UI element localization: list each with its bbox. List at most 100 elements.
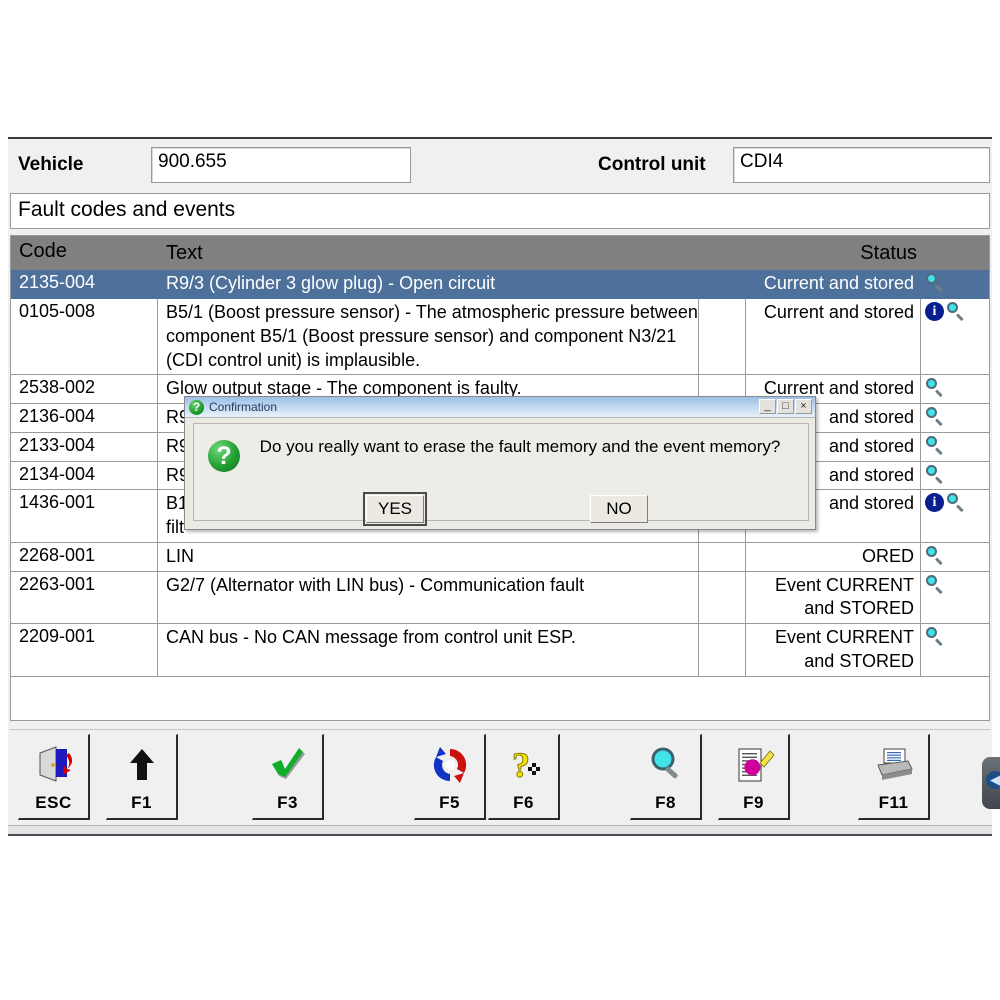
cell-spacer (699, 270, 746, 299)
green-check-icon (266, 743, 310, 790)
cell-status: Event CURRENT and STORED (746, 624, 921, 676)
no-button[interactable]: NO (590, 495, 648, 523)
cell-code: 2209-001 (11, 624, 158, 676)
control-unit-label: Control unit (598, 154, 706, 175)
toolbar-button-esc[interactable]: ESC (18, 734, 90, 820)
vehicle-field[interactable]: 900.655 (151, 147, 411, 183)
cell-text: CAN bus - No CAN message from control un… (158, 624, 699, 676)
green-question-icon: ? (208, 440, 240, 472)
toolbar-button-label: F8 (655, 793, 676, 812)
info-icon[interactable]: i (925, 302, 944, 322)
column-header-spacer (699, 236, 746, 270)
table-row[interactable]: 0105-008 B5/1 (Boost pressure sensor) - T… (11, 299, 989, 376)
cell-spacer (699, 624, 746, 676)
cell-code: 2538-002 (11, 375, 158, 404)
cell-text: LIN (158, 542, 699, 571)
magnifier-icon[interactable] (925, 435, 945, 456)
toolbar-button-f3[interactable]: F3 (252, 734, 324, 820)
table-row[interactable]: 2268-001 LIN ORED (11, 542, 989, 572)
green-question-icon: ? (189, 399, 204, 415)
back-arrow-glyph: ◀ (986, 771, 1000, 789)
magnifier-icon[interactable] (925, 627, 945, 647)
cell-icons (921, 462, 987, 490)
cell-code: 0105-008 (11, 299, 158, 375)
table-header-row: Code Text Status (11, 236, 989, 271)
magnifier-icon[interactable] (946, 493, 966, 513)
maximize-icon[interactable]: □ (777, 399, 794, 414)
column-header-status: Status (860, 242, 917, 264)
cell-status: Event CURRENT and STORED (746, 571, 921, 624)
magnifier-icon[interactable] (946, 302, 966, 322)
toolbar-button-f6[interactable]: ? F6 (488, 734, 560, 820)
magnifier-icon[interactable] (925, 407, 945, 427)
magnifier-icon[interactable] (925, 464, 945, 485)
toolbar-button-label: F11 (878, 793, 909, 812)
window-controls: _ □ × (759, 399, 812, 414)
cell-code: 2135-004 (11, 270, 158, 299)
cell-status: ORED (746, 542, 921, 571)
magnifier-icon[interactable] (925, 378, 945, 398)
minimize-icon[interactable]: _ (759, 399, 776, 414)
magnifier-icon (644, 743, 688, 790)
toolbar-icon-wrapper (107, 735, 176, 793)
toolbar-icon-wrapper (253, 735, 322, 793)
magnifier-icon[interactable] (925, 273, 945, 293)
table-row[interactable]: 2209-001 CAN bus - No CAN message from co… (11, 624, 989, 677)
info-icon[interactable]: i (925, 493, 944, 513)
dialog-title-bar[interactable]: ? Confirmation _ □ × (185, 397, 815, 418)
toolbar-button-label: F5 (439, 793, 460, 812)
svg-text:?: ? (512, 745, 530, 785)
table-row[interactable]: 2263-001 G2/7 (Alternator with LIN bus) -… (11, 571, 989, 625)
up-arrow-icon (120, 743, 164, 790)
toolbar-button-f8[interactable]: F8 (630, 734, 702, 820)
cell-icons: i (921, 490, 987, 542)
yes-button[interactable]: YES (363, 492, 427, 526)
magnifier-icon[interactable] (925, 545, 945, 566)
cell-code: 2133-004 (11, 432, 158, 461)
printer-icon (872, 743, 916, 790)
toolbar-button-label: F9 (743, 793, 764, 812)
refresh-circle-icon (428, 743, 472, 790)
cell-spacer (699, 299, 746, 375)
exit-door-icon (32, 743, 76, 790)
confirmation-dialog: ? Confirmation _ □ × ? Do you really wan… (184, 396, 816, 530)
magnifier-icon[interactable] (925, 574, 945, 595)
table-row[interactable]: 2135-004 R9/3 (Cylinder 3 glow plug) - Op… (11, 270, 989, 300)
toolbar-button-f11[interactable]: F11 (858, 734, 930, 820)
yellow-question-icon: ? (502, 743, 546, 790)
cell-code: 2263-001 (11, 571, 158, 624)
toolbar-icon-wrapper (19, 735, 88, 793)
page-title: Fault codes and events (10, 193, 990, 229)
close-icon[interactable]: × (795, 399, 812, 414)
cell-status: Current and stored (746, 299, 921, 375)
toolbar-button-label: ESC (35, 793, 72, 812)
header-bar: Vehicle 900.655 Control unit CDI4 (8, 141, 992, 189)
cell-code: 2268-001 (11, 542, 158, 571)
vehicle-label: Vehicle (18, 154, 84, 175)
cell-code: 1436-001 (11, 490, 158, 542)
toolbar-button-f9[interactable]: F9 (718, 734, 790, 820)
cell-icons (921, 624, 987, 676)
function-key-toolbar: ESC F1 F3 F5? F6 F8 F9 F11 (10, 729, 990, 826)
cell-spacer (699, 571, 746, 624)
toolbar-button-label: F6 (513, 793, 534, 812)
cell-spacer (699, 542, 746, 571)
cell-code: 2136-004 (11, 404, 158, 432)
document-erase-icon (732, 743, 776, 790)
cell-icons (921, 572, 987, 624)
dialog-message: Do you really want to erase the fault me… (259, 437, 781, 456)
cell-text: G2/7 (Alternator with LIN bus) - Communi… (158, 571, 699, 624)
control-unit-field[interactable]: CDI4 (733, 147, 990, 183)
column-header-icons (921, 236, 987, 270)
column-header-code: Code (19, 240, 67, 262)
cell-status: Current and stored (746, 270, 921, 299)
toolbar-button-f1[interactable]: F1 (106, 734, 178, 820)
back-arrow-icon[interactable]: ◀ (982, 757, 1000, 809)
toolbar-icon-wrapper (415, 735, 484, 793)
toolbar-button-f5[interactable]: F5 (414, 734, 486, 820)
toolbar-icon-wrapper (859, 735, 928, 793)
cell-code: 2134-004 (11, 461, 158, 490)
toolbar-button-label: F3 (277, 793, 298, 812)
toolbar-button-label: F1 (131, 793, 152, 812)
cell-icons (921, 404, 987, 432)
